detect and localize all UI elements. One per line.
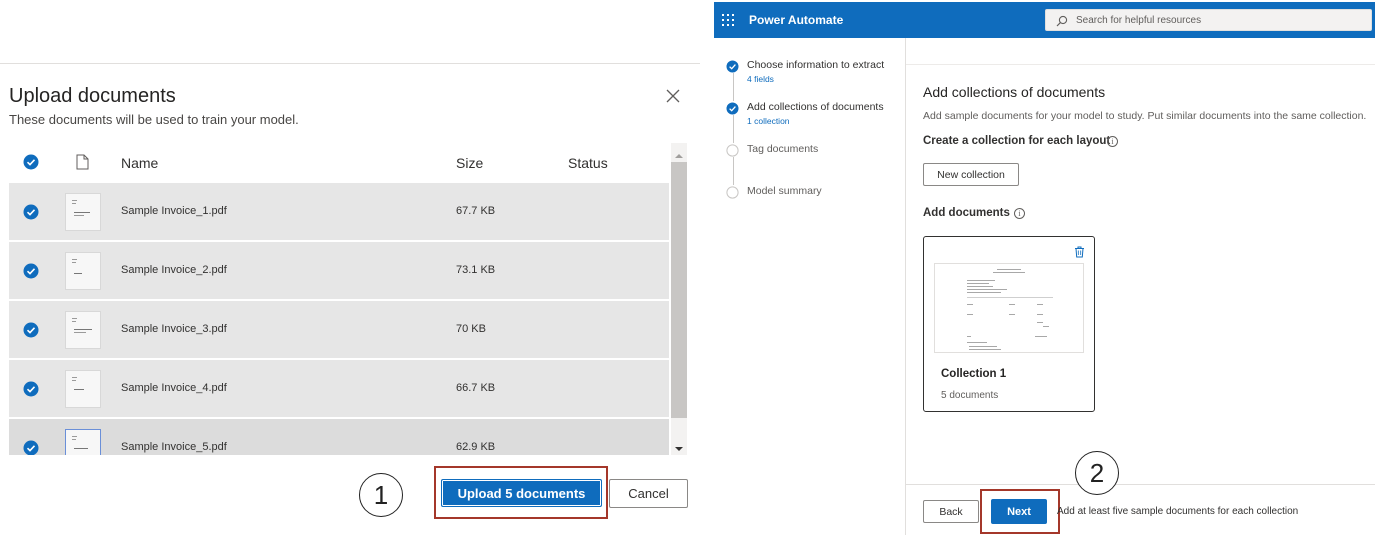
scroll-up-icon[interactable] [674,147,684,165]
cancel-button[interactable]: Cancel [609,479,688,508]
collection-heading: Create a collection for each layout [923,135,1111,147]
collection-card[interactable]: Collection 1 5 documents [923,236,1095,412]
footer-note: Add at least five sample documents for e… [1057,506,1299,517]
step-callout-1: 1 [359,473,403,517]
file-size: 67.7 KB [456,205,496,217]
column-header-size[interactable]: Size [456,155,483,171]
new-collection-button[interactable]: New collection [923,163,1019,186]
dialog-subtitle: These documents will be used to train yo… [9,112,299,127]
upload-documents-dialog: Upload documents These documents will be… [0,0,700,535]
step-callout-2: 2 [1075,451,1119,495]
trash-icon[interactable] [1074,245,1085,263]
step-pending-icon [726,144,739,162]
next-button[interactable]: Next [991,499,1047,524]
column-header-name[interactable]: Name [121,155,158,171]
select-all-checkbox[interactable] [23,154,39,175]
step-label: Model summary [747,185,822,197]
table-header: Name Size Status [9,143,669,181]
file-size: 70 KB [456,323,486,335]
collection-document-count: 5 documents [941,390,999,401]
step-pending-icon [726,186,739,204]
info-icon[interactable]: i [1107,136,1118,147]
document-thumbnail [65,252,101,290]
info-icon[interactable]: i [1014,208,1025,219]
dialog-title: Upload documents [9,85,176,107]
background-text [0,58,440,62]
step-label: Tag documents [747,143,819,155]
divider [0,63,700,64]
divider [905,38,906,535]
step-sublabel: 1 collection [747,116,790,126]
app-header: Power Automate [714,2,1375,38]
row-checkbox[interactable] [23,440,39,455]
divider [906,484,1375,485]
upload-documents-button[interactable]: Upload 5 documents [441,479,602,507]
close-icon[interactable] [664,87,682,105]
file-name: Sample Invoice_4.pdf [121,382,227,394]
divider [906,64,1375,65]
document-thumbnail [65,429,101,455]
section-title: Add collections of documents [923,84,1106,100]
file-type-icon [76,154,89,175]
app-name[interactable]: Power Automate [749,13,843,27]
file-list: Sample Invoice_1.pdf 67.7 KB Sample Invo… [9,183,669,455]
step-complete-icon [726,60,739,78]
row-checkbox[interactable] [23,263,39,284]
table-row[interactable]: Sample Invoice_4.pdf 66.7 KB [9,360,669,418]
step-label: Add collections of documents [747,101,884,113]
power-automate-window: Power Automate Choose information to ext… [714,0,1375,535]
scrollbar-thumb[interactable] [671,162,687,418]
app-launcher-icon[interactable] [722,14,734,26]
file-name: Sample Invoice_3.pdf [121,323,227,335]
row-checkbox[interactable] [23,381,39,402]
column-header-status[interactable]: Status [568,155,608,171]
file-size: 62.9 KB [456,441,496,453]
file-name: Sample Invoice_5.pdf [121,441,227,453]
document-thumbnail [65,370,101,408]
file-name: Sample Invoice_2.pdf [121,264,227,276]
collection-preview-thumbnail [934,263,1084,353]
table-row[interactable]: Sample Invoice_2.pdf 73.1 KB [9,242,669,300]
search-icon [1056,14,1068,32]
row-checkbox[interactable] [23,204,39,225]
back-button[interactable]: Back [923,500,979,523]
row-checkbox[interactable] [23,322,39,343]
step-label: Choose information to extract [747,59,885,71]
search-box[interactable] [1045,9,1372,31]
file-name: Sample Invoice_1.pdf [121,205,227,217]
file-size: 73.1 KB [456,264,496,276]
table-row[interactable]: Sample Invoice_5.pdf 62.9 KB [9,419,669,455]
file-size: 66.7 KB [456,382,496,394]
add-documents-heading: Add documents [923,207,1010,219]
scroll-down-icon[interactable] [674,440,684,458]
collection-title: Collection 1 [941,368,1007,380]
document-thumbnail [65,193,101,231]
table-row[interactable]: Sample Invoice_3.pdf 70 KB [9,301,669,359]
table-row[interactable]: Sample Invoice_1.pdf 67.7 KB [9,183,669,241]
step-complete-icon [726,102,739,120]
search-input[interactable] [1076,12,1356,28]
section-description: Add sample documents for your model to s… [923,110,1367,122]
step-sublabel: 4 fields [747,74,774,84]
document-thumbnail [65,311,101,349]
